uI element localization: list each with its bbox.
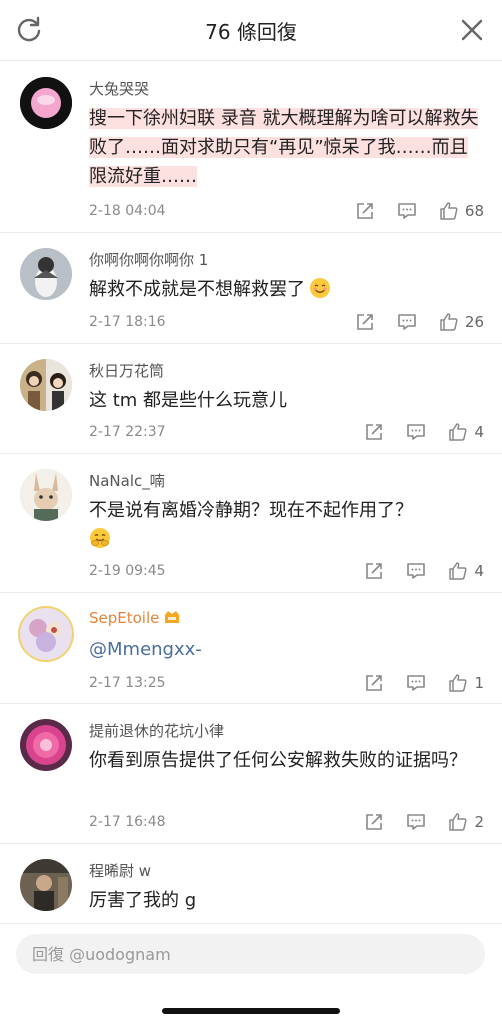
comment-icon	[398, 314, 416, 330]
comment-actions: 26	[333, 312, 484, 332]
share-button[interactable]	[364, 673, 384, 693]
home-indicator	[162, 1008, 340, 1014]
comment-text: 解救不成就是不想解救罢了	[89, 275, 484, 304]
username[interactable]: 程晞尉 w	[89, 860, 151, 881]
vip-badge-icon	[165, 611, 180, 623]
share-button[interactable]	[364, 422, 384, 442]
like-button[interactable]: 4	[448, 422, 484, 442]
share-button[interactable]	[364, 561, 384, 581]
avatar[interactable]	[20, 469, 72, 521]
timestamp: 2-18 04:04	[89, 203, 166, 219]
share-icon	[366, 424, 383, 440]
like-count: 4	[474, 562, 484, 580]
thumbs-up-icon	[440, 202, 458, 220]
comment-text: 不是说有离婚冷静期？现在不起作用了？	[89, 496, 484, 554]
reply-button[interactable]	[406, 561, 426, 581]
share-icon	[366, 814, 383, 830]
timestamp: 2-19 09:45	[89, 563, 166, 579]
avatar[interactable]	[20, 859, 72, 911]
thumbs-up-icon	[449, 674, 467, 692]
mention-link[interactable]: @Mmengxx-	[89, 639, 202, 660]
reply-button[interactable]	[397, 201, 417, 221]
comment-item: 大兔哭哭 搜一下徐州妇联 录音 就大概理解为啥可以解救失败了……面对求助只有“再…	[0, 61, 502, 233]
share-button[interactable]	[355, 201, 375, 221]
comment-actions: 4	[342, 561, 484, 581]
timestamp: 2-17 13:25	[89, 675, 166, 691]
username[interactable]: 大兔哭哭	[89, 78, 149, 99]
smile-emoji-icon	[310, 278, 330, 298]
comment-text: 搜一下徐州妇联 录音 就大概理解为啥可以解救失败了……面对求助只有“再见”惊呆了…	[89, 104, 484, 191]
comment-item: 提前退休的花坑小律 你看到原告提供了任何公安解救失败的证据吗？ 2-17 16:…	[0, 703, 502, 844]
timestamp: 2-17 16:48	[89, 814, 166, 830]
username[interactable]: SepEtoile	[89, 609, 181, 627]
hugging-emoji-icon	[90, 528, 110, 548]
share-icon	[366, 675, 383, 691]
share-icon	[357, 314, 373, 330]
comment-icon	[407, 563, 426, 579]
avatar[interactable]	[20, 248, 72, 300]
like-button[interactable]: 26	[439, 312, 484, 332]
username[interactable]: NaNalc_喃	[89, 470, 165, 491]
username[interactable]: 提前退休的花坑小律	[89, 720, 224, 741]
like-count: 68	[464, 202, 484, 220]
thumbs-up-icon	[449, 562, 467, 580]
avatar[interactable]	[20, 77, 72, 129]
avatar[interactable]	[20, 719, 72, 771]
like-button[interactable]: 68	[439, 201, 484, 221]
comment-text: 你看到原告提供了任何公安解救失败的证据吗？	[89, 750, 467, 771]
comment-text: @Mmengxx-	[89, 635, 484, 664]
comment-item: 秋日万花筒 这 tm 都是些什么玩意儿 2-17 22:37 4	[0, 343, 502, 454]
comment-icon	[398, 203, 416, 219]
thumbs-up-icon	[449, 813, 467, 831]
reply-button[interactable]	[397, 312, 417, 332]
comment-actions: 2	[342, 812, 484, 832]
reply-bar	[0, 923, 502, 1025]
like-button[interactable]: 2	[448, 812, 484, 832]
refresh-icon[interactable]	[14, 15, 44, 45]
comment-list[interactable]: 大兔哭哭 搜一下徐州妇联 录音 就大概理解为啥可以解救失败了……面对求助只有“再…	[0, 61, 502, 922]
reply-input[interactable]	[16, 934, 485, 974]
share-button[interactable]	[355, 312, 375, 332]
comment-item: SepEtoile @Mmengxx- 2-17 13:25 1	[0, 592, 502, 704]
comment-actions: 68	[333, 201, 484, 221]
reply-button[interactable]	[406, 422, 426, 442]
comment-actions: 4	[342, 422, 484, 442]
highlighted-text: 搜一下徐州妇联 录音 就大概理解为啥可以解救失败了……面对求助只有“再见”惊呆了…	[89, 108, 479, 187]
thumbs-up-icon	[449, 423, 467, 441]
close-icon[interactable]	[458, 16, 486, 44]
comment-icon	[407, 675, 426, 691]
comment-actions: 1	[342, 673, 484, 693]
comment-icon	[407, 814, 426, 830]
like-count: 26	[464, 313, 484, 331]
share-icon	[366, 563, 383, 579]
comment-icon	[407, 424, 426, 440]
page-title: 76 條回復	[205, 19, 297, 44]
like-count: 1	[474, 674, 484, 692]
comment-text: 厉害了我的 g	[89, 890, 197, 911]
username[interactable]: 你啊你啊你啊你 1	[89, 249, 208, 270]
avatar[interactable]	[20, 359, 72, 411]
timestamp: 2-17 22:37	[89, 424, 166, 440]
username[interactable]: 秋日万花筒	[89, 360, 164, 381]
comment-text: 这 tm 都是些什么玩意儿	[89, 390, 288, 411]
comment-item: 程晞尉 w 厉害了我的 g	[0, 843, 502, 922]
comment-item: 你啊你啊你啊你 1 解救不成就是不想解救罢了 2-17 18:16 26	[0, 232, 502, 344]
share-icon	[357, 203, 373, 219]
comment-item: NaNalc_喃 不是说有离婚冷静期？现在不起作用了？ 2-19 09:45 4	[0, 453, 502, 593]
avatar[interactable]	[20, 608, 72, 660]
comments-header: 76 條回復	[0, 0, 502, 61]
like-button[interactable]: 1	[448, 673, 484, 693]
reply-button[interactable]	[406, 812, 426, 832]
reply-button[interactable]	[406, 673, 426, 693]
share-button[interactable]	[364, 812, 384, 832]
like-button[interactable]: 4	[448, 561, 484, 581]
like-count: 4	[474, 423, 484, 441]
like-count: 2	[474, 813, 484, 831]
thumbs-up-icon	[440, 313, 458, 331]
timestamp: 2-17 18:16	[89, 314, 166, 330]
